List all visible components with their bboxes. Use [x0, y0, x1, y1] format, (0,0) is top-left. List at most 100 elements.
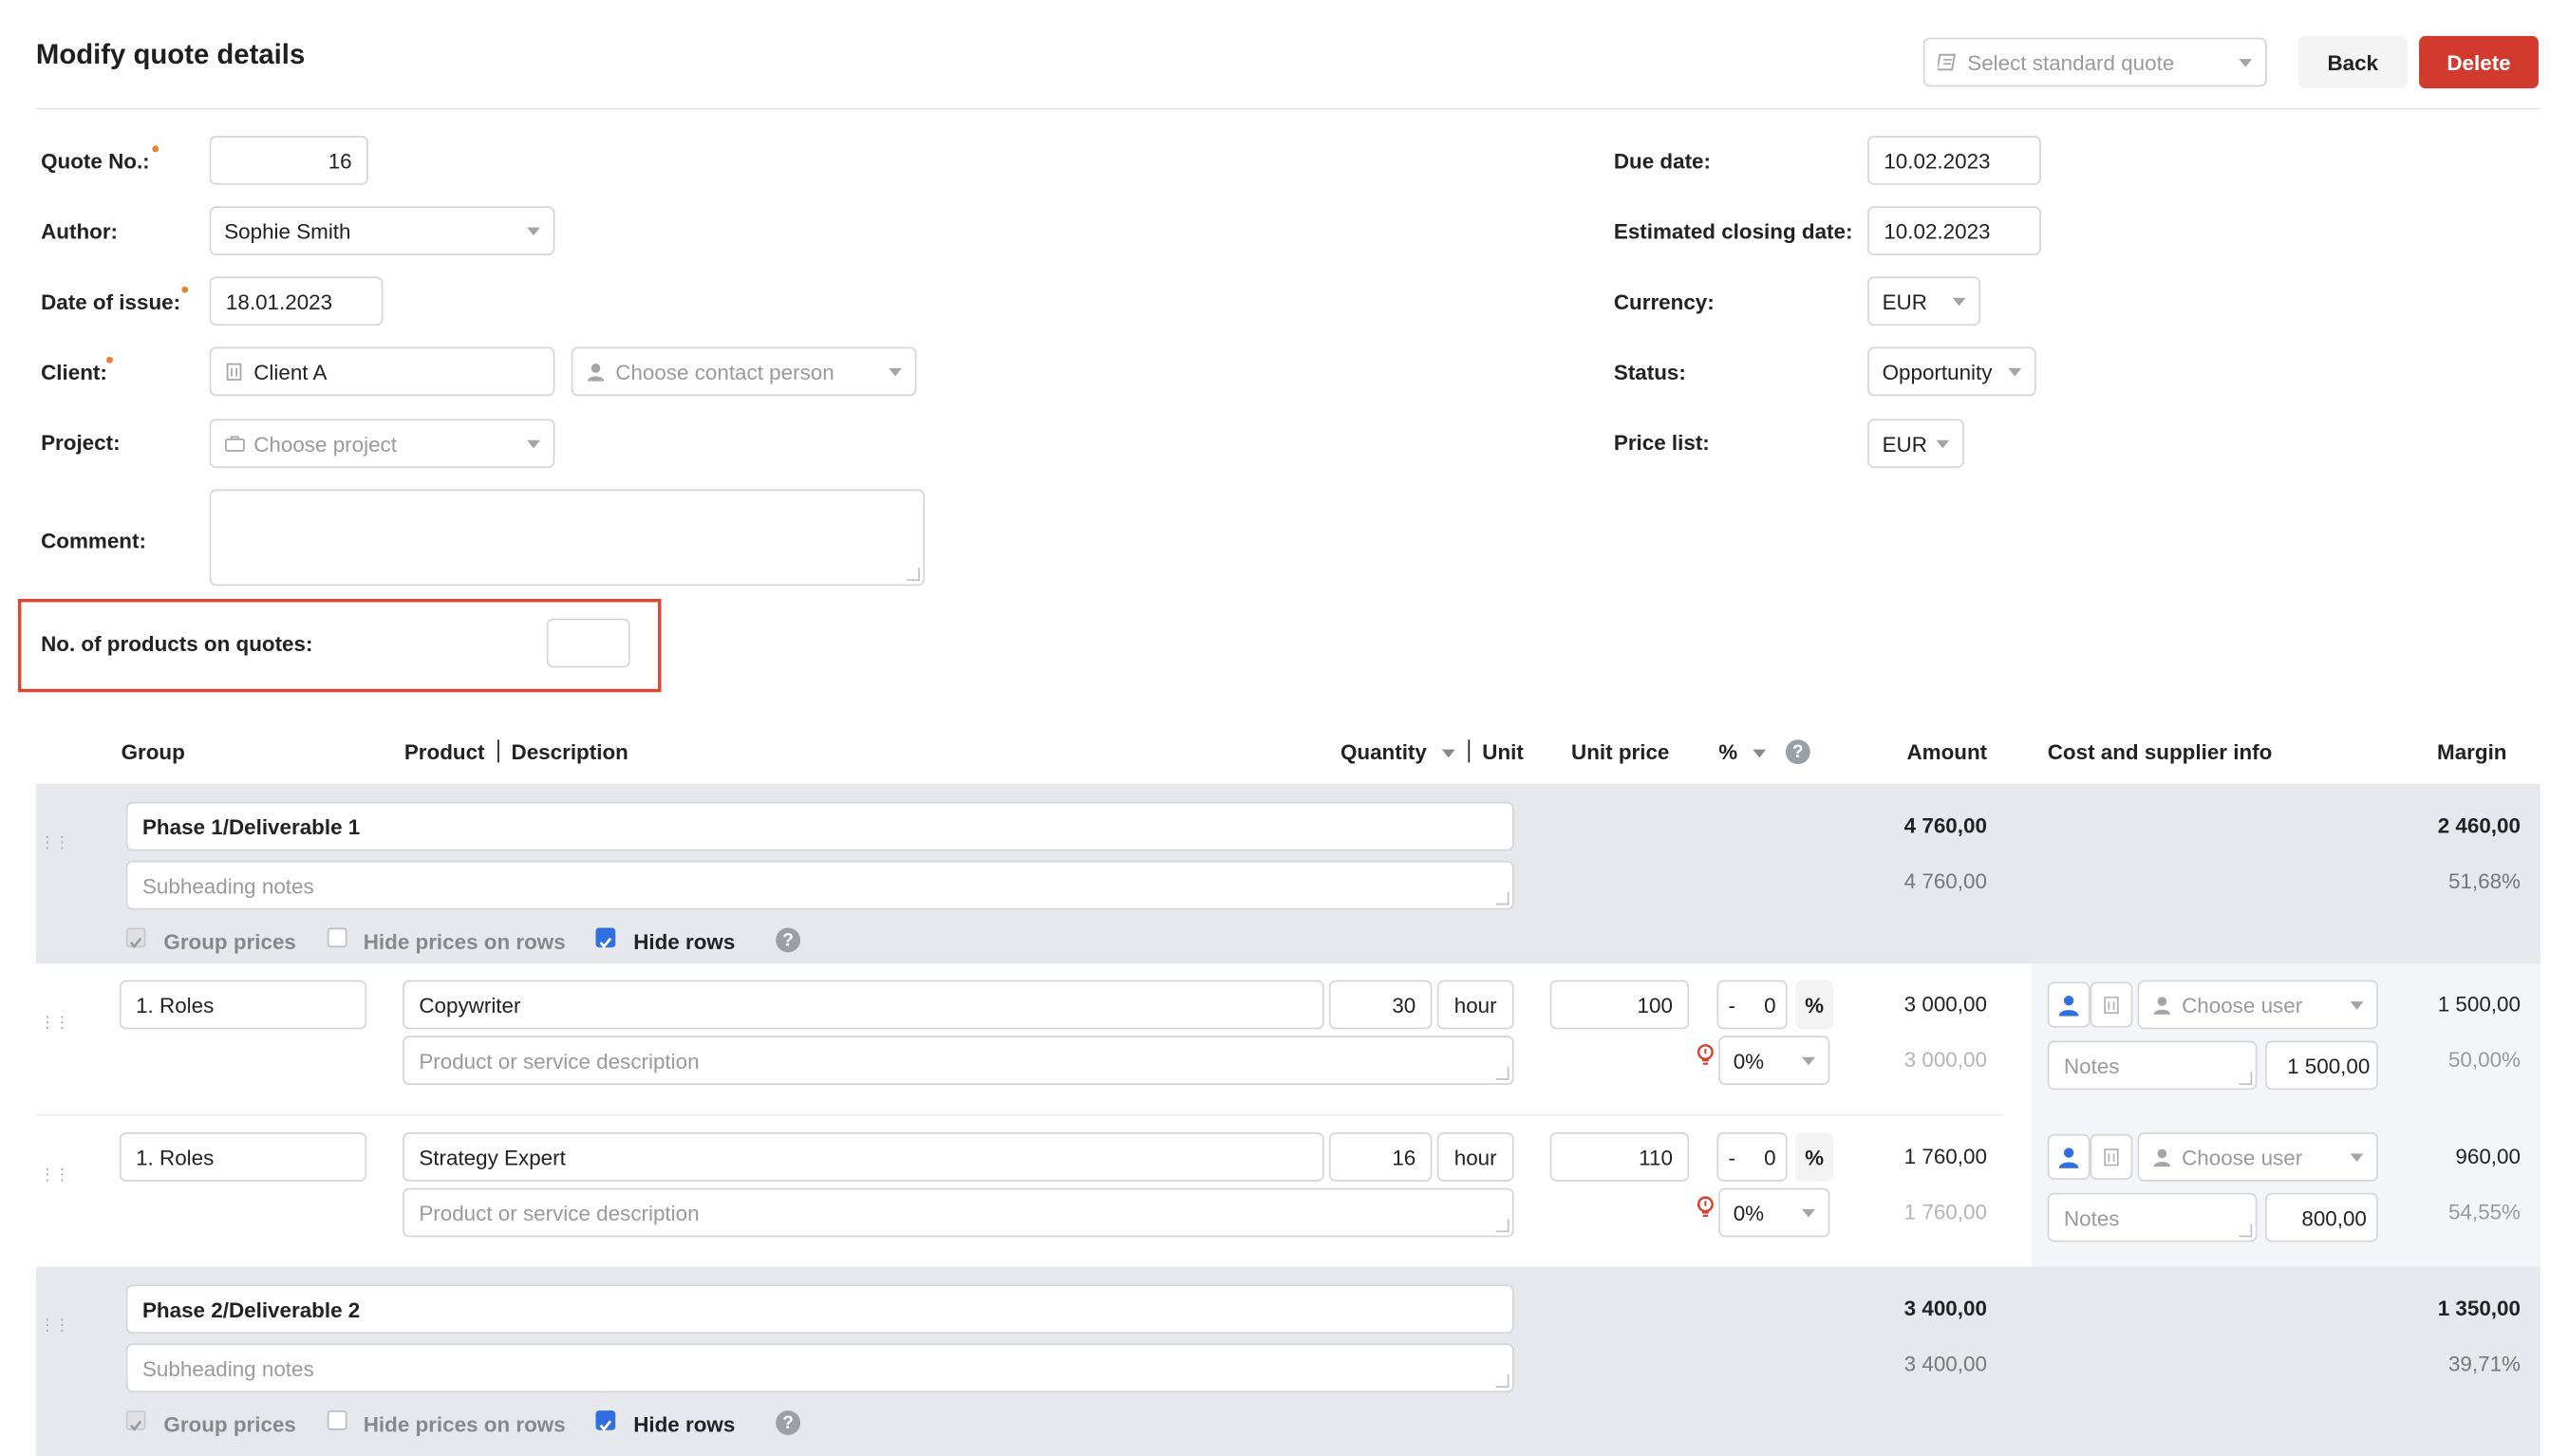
- phase-title-input[interactable]: Phase 2/Deliverable 2: [125, 1284, 1514, 1335]
- contact-person-select[interactable]: Choose contact person: [571, 346, 917, 397]
- user-icon: [2153, 1148, 2171, 1167]
- briefcase-icon: [225, 436, 245, 452]
- chevron-down-icon: [889, 367, 902, 377]
- client-select[interactable]: Client A: [209, 346, 555, 397]
- project-select[interactable]: Choose project: [209, 419, 555, 469]
- user-icon: [2153, 997, 2171, 1015]
- row-discount-input[interactable]: - 0: [1716, 980, 1788, 1030]
- choose-user-placeholder: Choose user: [2182, 992, 2303, 1017]
- date-issue-input[interactable]: 18.01.2023: [209, 276, 384, 327]
- required-indicator: [106, 356, 113, 364]
- row-quantity-input[interactable]: 30: [1328, 980, 1433, 1030]
- hide-prices-checkbox[interactable]: [327, 927, 347, 948]
- row-product-input[interactable]: Strategy Expert: [403, 1132, 1324, 1182]
- hide-rows-checkbox[interactable]: [595, 927, 616, 949]
- header-percent[interactable]: %: [1718, 739, 1767, 764]
- comment-textarea[interactable]: [209, 489, 926, 587]
- header-divider: [35, 107, 2541, 110]
- status-select[interactable]: Opportunity: [1867, 346, 2036, 397]
- row-amount-sub: 3 000,00: [1903, 1047, 1987, 1073]
- drag-handle-icon[interactable]: ⋮⋮: [39, 1317, 70, 1335]
- header-amount: Amount: [1906, 739, 1988, 765]
- client-label: Client:: [41, 360, 107, 385]
- products-count-input[interactable]: [546, 618, 630, 668]
- drag-handle-icon[interactable]: ⋮⋮: [39, 834, 70, 852]
- chevron-down-icon: [2239, 59, 2253, 67]
- resize-handle-icon[interactable]: [1495, 1219, 1509, 1233]
- resize-handle-icon[interactable]: [2239, 1072, 2253, 1086]
- row-margin-pct: 50,00%: [2447, 1047, 2521, 1073]
- row-notes-input[interactable]: Notes: [2047, 1192, 2258, 1242]
- closing-date-label: Estimated closing date:: [1613, 219, 1853, 244]
- help-icon[interactable]: ?: [1785, 739, 1810, 765]
- building-icon: [226, 363, 242, 381]
- subheading-placeholder: Subheading notes: [141, 872, 314, 898]
- user-icon: [2058, 1148, 2079, 1168]
- chevron-down-icon: [527, 439, 540, 449]
- subheading-notes-input[interactable]: Subheading notes: [125, 860, 1514, 910]
- currency-select[interactable]: EUR: [1867, 276, 1981, 327]
- due-date-input[interactable]: 10.02.2023: [1867, 136, 2041, 185]
- help-icon[interactable]: ?: [776, 1410, 801, 1435]
- row-group-input[interactable]: 1. Roles: [119, 1132, 367, 1182]
- header-group: Group: [121, 739, 185, 765]
- header-quantity[interactable]: Quantity Unit: [1341, 739, 1524, 764]
- author-select[interactable]: Sophie Smith: [209, 206, 555, 255]
- group-prices-label: Group prices: [163, 929, 296, 955]
- row-product-input[interactable]: Copywriter: [403, 980, 1324, 1030]
- drag-handle-icon[interactable]: ⋮⋮: [39, 1167, 70, 1185]
- row-unit-input[interactable]: hour: [1436, 980, 1514, 1030]
- standard-quote-select[interactable]: Select standard quote: [1922, 37, 2267, 87]
- row-unit-price-input[interactable]: 100: [1549, 980, 1690, 1030]
- delete-button[interactable]: Delete: [2419, 35, 2539, 89]
- row-discount-input[interactable]: - 0: [1716, 1132, 1788, 1182]
- row-margin: 960,00: [2455, 1144, 2521, 1168]
- help-icon[interactable]: ?: [776, 927, 801, 953]
- row-notes-input[interactable]: Notes: [2047, 1040, 2258, 1091]
- required-indicator: [152, 145, 159, 153]
- row-description-input[interactable]: Product or service description: [403, 1187, 1514, 1238]
- currency-value: EUR: [1882, 289, 1927, 314]
- assign-user-button[interactable]: [2047, 981, 2091, 1028]
- hide-prices-checkbox[interactable]: [327, 1410, 347, 1430]
- resize-handle-icon[interactable]: [1495, 891, 1509, 905]
- subheading-notes-input[interactable]: Subheading notes: [125, 1343, 1514, 1393]
- quote-no-input[interactable]: 16: [209, 136, 368, 185]
- products-count-label: No. of products on quotes:: [41, 631, 313, 657]
- assign-supplier-button[interactable]: [2090, 981, 2133, 1028]
- lightbulb-icon[interactable]: [1696, 1042, 1716, 1069]
- row-quantity-input[interactable]: 16: [1328, 1132, 1433, 1182]
- row-description-input[interactable]: Product or service description: [403, 1036, 1514, 1086]
- check-icon: [129, 937, 142, 949]
- closing-date-input[interactable]: 10.02.2023: [1867, 206, 2041, 255]
- drag-handle-icon[interactable]: ⋮⋮: [39, 1015, 70, 1033]
- project-label: Project:: [41, 430, 121, 456]
- phase-title-input[interactable]: Phase 1/Deliverable 1: [125, 801, 1514, 851]
- chevron-down-icon: [527, 227, 540, 236]
- resize-handle-icon[interactable]: [2239, 1223, 2253, 1238]
- back-button[interactable]: Back: [2297, 35, 2409, 89]
- resize-handle-icon[interactable]: [1495, 1374, 1509, 1388]
- discount-value: 0: [1764, 1144, 1776, 1169]
- hide-rows-checkbox[interactable]: [595, 1410, 616, 1432]
- row-unit-price-input[interactable]: 110: [1549, 1132, 1690, 1182]
- contact-person-placeholder: Choose contact person: [615, 359, 834, 384]
- building-icon: [2104, 996, 2119, 1015]
- choose-user-placeholder: Choose user: [2182, 1144, 2303, 1169]
- sort-chevron-icon[interactable]: [1442, 749, 1456, 758]
- row-group-input[interactable]: 1. Roles: [119, 980, 367, 1030]
- assign-user-button[interactable]: [2047, 1133, 2091, 1181]
- price-list-select[interactable]: EUR: [1867, 419, 1964, 469]
- group-prices-checkbox[interactable]: [125, 927, 146, 949]
- description-placeholder: Product or service description: [419, 1200, 700, 1225]
- group-prices-checkbox[interactable]: [125, 1410, 146, 1431]
- resize-handle-icon[interactable]: [1495, 1067, 1509, 1080]
- chevron-down-icon: [2008, 367, 2022, 377]
- project-placeholder: Choose project: [253, 431, 397, 457]
- assign-supplier-button[interactable]: [2090, 1133, 2133, 1181]
- row-unit-input[interactable]: hour: [1436, 1132, 1514, 1182]
- notes-placeholder: Notes: [2063, 1053, 2120, 1078]
- resize-handle-icon[interactable]: [907, 568, 920, 582]
- lightbulb-icon[interactable]: [1696, 1195, 1716, 1222]
- chevron-down-icon[interactable]: [1753, 749, 1767, 758]
